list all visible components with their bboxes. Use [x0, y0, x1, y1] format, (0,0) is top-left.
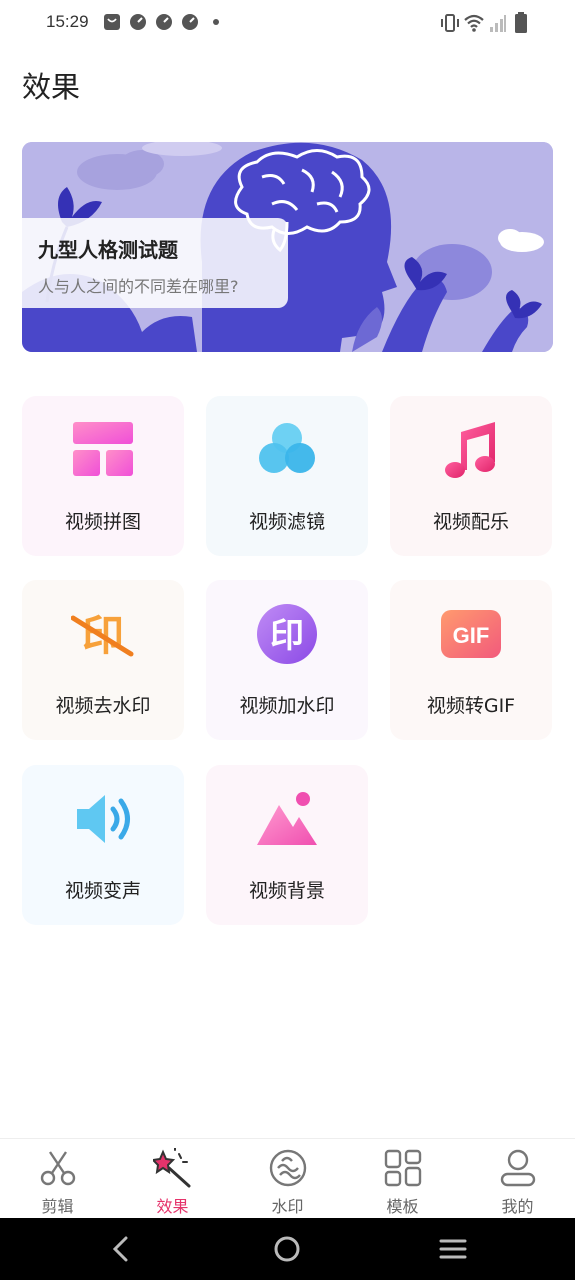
tool-video-collage[interactable]: 视频拼图 [22, 396, 184, 556]
add-watermark-icon: 印 [257, 604, 317, 664]
person-icon [500, 1149, 536, 1187]
nav-label: 我的 [501, 1197, 534, 1216]
back-icon[interactable] [106, 1234, 136, 1264]
magic-wand-icon [153, 1148, 191, 1188]
nav-label: 效果 [156, 1197, 189, 1216]
gauge-notification-icon [130, 14, 146, 30]
tool-video-background[interactable]: 视频背景 [206, 765, 368, 925]
status-time: 15:29 [46, 12, 89, 31]
nav-label: 水印 [271, 1197, 304, 1216]
nav-item-profile[interactable]: 我的 [460, 1139, 575, 1219]
battery-icon [515, 12, 527, 33]
svg-text:印: 印 [270, 616, 304, 656]
nav-item-watermark[interactable]: 水印 [230, 1139, 345, 1219]
home-icon[interactable] [272, 1234, 302, 1264]
remove-watermark-icon: 印 [71, 611, 134, 660]
wifi-icon [464, 14, 484, 32]
bag-notification-icon [104, 14, 120, 30]
tool-label: 视频配乐 [432, 511, 509, 533]
tool-label: 视频去水印 [55, 695, 151, 717]
tool-video-filter[interactable]: 视频滤镜 [206, 396, 368, 556]
tool-label: 视频滤镜 [248, 511, 325, 533]
tool-video-music[interactable]: 视频配乐 [390, 396, 552, 556]
signal-icon [490, 15, 506, 32]
banner-title: 九型人格测试题 [38, 238, 178, 262]
scissors-icon [40, 1151, 76, 1186]
tool-label: 视频背景 [248, 880, 325, 902]
gauge-notification-icon [156, 14, 172, 30]
bottom-navigation: 剪辑 效果 水印 模板 我的 [0, 1138, 575, 1218]
background-image-icon [257, 792, 317, 845]
banner-text-card: 九型人格测试题 人与人之间的不同差在哪里? [22, 218, 288, 308]
watermark-icon [269, 1149, 307, 1187]
filter-circles-icon [259, 423, 315, 473]
grid-collage-icon [73, 422, 133, 476]
nav-item-effects[interactable]: 效果 [115, 1139, 230, 1219]
gauge-notification-icon [182, 14, 198, 30]
nav-label: 模板 [386, 1197, 419, 1216]
tool-voice-change[interactable]: 视频变声 [22, 765, 184, 925]
page-title: 效果 [22, 70, 81, 104]
svg-text:GIF: GIF [453, 623, 490, 648]
tool-remove-watermark[interactable]: 印 视频去水印 [22, 580, 184, 740]
tool-add-watermark[interactable]: 印 视频加水印 [206, 580, 368, 740]
music-note-icon [445, 422, 495, 478]
status-bar: 15:29 [0, 0, 575, 48]
nav-item-templates[interactable]: 模板 [345, 1139, 460, 1219]
tool-label: 视频拼图 [64, 511, 141, 533]
nav-item-edit[interactable]: 剪辑 [0, 1139, 115, 1219]
system-navigation-bar [0, 1218, 575, 1280]
vibrate-icon [441, 14, 459, 32]
tool-video-to-gif[interactable]: GIF 视频转GIF [390, 580, 552, 740]
more-notifications-dot-icon [213, 19, 219, 25]
gif-icon: GIF [441, 610, 501, 658]
template-grid-icon [384, 1149, 422, 1187]
speaker-icon [77, 795, 130, 843]
tool-label: 视频变声 [64, 880, 141, 902]
tool-label: 视频加水印 [239, 695, 335, 717]
recent-apps-icon[interactable] [438, 1234, 468, 1264]
banner-subtitle: 人与人之间的不同差在哪里? [38, 277, 239, 296]
nav-label: 剪辑 [41, 1197, 74, 1216]
promo-banner[interactable]: 九型人格测试题 人与人之间的不同差在哪里? [22, 142, 553, 352]
tool-label: 视频转GIF [426, 695, 516, 717]
